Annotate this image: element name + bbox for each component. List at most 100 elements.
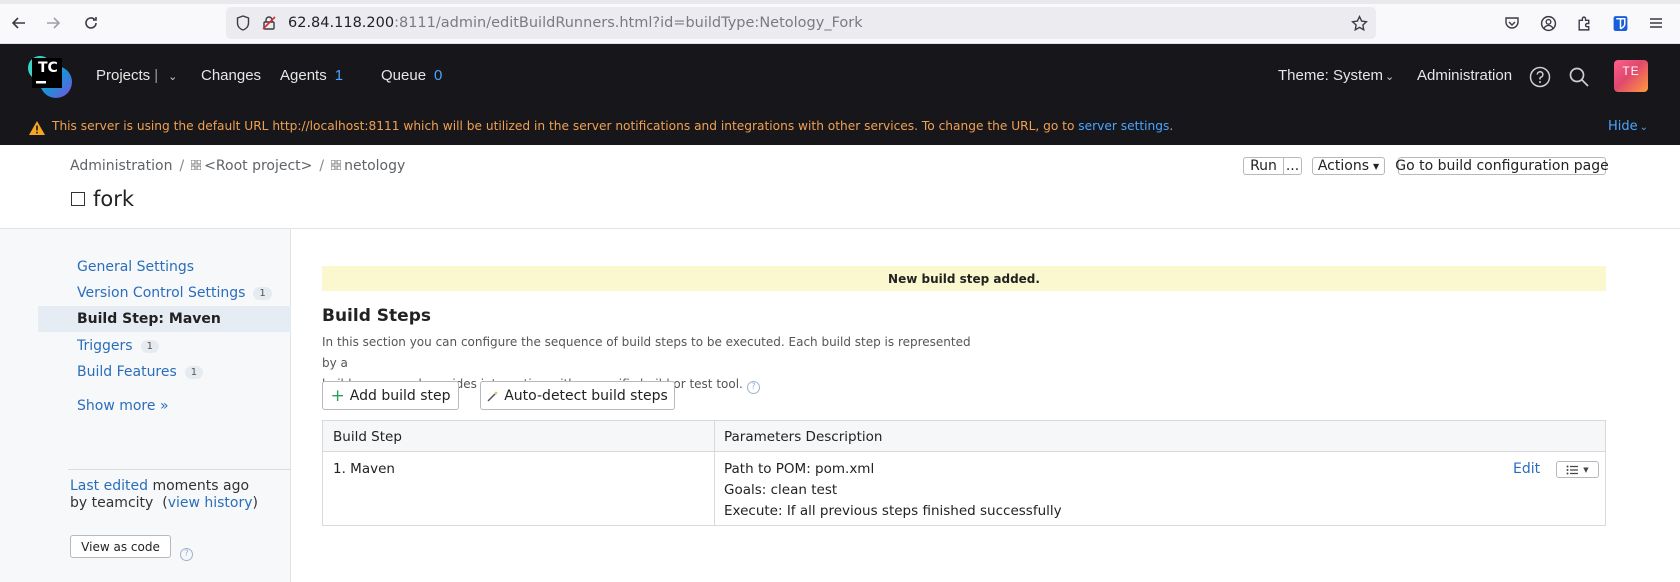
actions-label: Actions <box>1317 158 1369 174</box>
page-header: Administration / <Root project> / netology f… <box>0 145 1680 229</box>
agents-label: Agents <box>280 67 327 84</box>
breadcrumb-root-project[interactable]: <Root project> <box>204 158 312 174</box>
page-title-text: fork <box>93 187 135 211</box>
theme-selector[interactable]: Theme: System ⌄ <box>1278 67 1394 84</box>
project-grid-icon <box>191 160 202 170</box>
caret-down-icon: ▼ <box>1372 161 1380 171</box>
magic-wand-icon <box>487 390 499 402</box>
forward-icon[interactable] <box>42 12 64 34</box>
browser-toolbar: 62.84.118.200:8111/admin/editBuildRunner… <box>0 0 1680 44</box>
agents-count: 1 <box>334 67 344 84</box>
search-icon[interactable] <box>1566 64 1592 90</box>
view-history-link[interactable]: view history <box>168 495 253 511</box>
chevron-down-icon[interactable]: ⌄ <box>168 70 177 83</box>
theme-chevron-icon: ⌄ <box>1385 71 1395 83</box>
teamcity-logo[interactable]: TC <box>26 52 74 100</box>
insecure-lock-icon[interactable] <box>260 14 278 32</box>
sidebar-item-label: Version Control Settings <box>77 285 246 301</box>
sidebar-item-build-step-maven[interactable]: Build Step: Maven <box>77 311 221 327</box>
hide-warning-link[interactable]: Hide ⌄ <box>1608 119 1648 134</box>
pocket-icon[interactable] <box>1501 12 1523 34</box>
view-as-code-help-icon[interactable]: ? <box>180 540 193 561</box>
column-header-build-step: Build Step <box>333 429 402 445</box>
breadcrumb-netology[interactable]: netology <box>344 158 405 174</box>
hide-label: Hide <box>1608 119 1638 134</box>
sidebar-item-label: General Settings <box>77 259 195 275</box>
column-header-parameters: Parameters Description <box>724 429 883 445</box>
server-settings-link[interactable]: server settings <box>1078 119 1169 133</box>
avatar[interactable]: TE <box>1614 60 1648 92</box>
step-actions-menu[interactable]: ▼ <box>1556 461 1599 478</box>
queue-count: 0 <box>434 67 443 84</box>
sidebar-item-vcs-settings[interactable]: Version Control Settings 1 <box>77 285 272 301</box>
warning-icon <box>28 120 46 136</box>
goto-config-label: Go to build configuration page <box>1395 158 1609 174</box>
last-edited-link[interactable]: Last edited <box>70 478 148 494</box>
administration-label: Administration <box>1417 67 1513 84</box>
bookmark-star-icon[interactable] <box>1350 14 1368 32</box>
settings-sidebar: General Settings Version Control Setting… <box>0 229 291 582</box>
address-bar[interactable]: 62.84.118.200:8111/admin/editBuildRunner… <box>226 7 1376 39</box>
edit-step-link[interactable]: Edit <box>1513 461 1540 477</box>
queue-link[interactable]: Queue 0 <box>381 67 442 84</box>
plus-icon: + <box>330 385 345 406</box>
help-circle-icon[interactable]: ? <box>746 381 760 394</box>
url-path: :8111/admin/editBuildRunners.html?id=bui… <box>394 15 863 31</box>
administration-link[interactable]: Administration <box>1417 67 1512 84</box>
actions-dropdown[interactable]: Actions ▼ <box>1312 157 1385 175</box>
build-steps-table: Build Step Parameters Description 1. Mav… <box>322 420 1606 526</box>
avatar-initials: TE <box>1622 64 1640 78</box>
warning-message: This server is using the default URL htt… <box>52 119 1173 133</box>
teamcity-header: TC Projects | ⌄ Changes Agents 1 Queue 0 The… <box>0 44 1680 145</box>
changes-label: Changes <box>201 67 262 84</box>
count-badge: 1 <box>140 340 159 353</box>
queue-label: Queue <box>381 67 427 84</box>
hamburger-menu-icon[interactable] <box>1645 12 1667 34</box>
logo-text: TC <box>38 60 58 76</box>
shield-icon[interactable] <box>234 14 252 32</box>
auto-detect-label: Auto-detect build steps <box>504 387 668 404</box>
param-execute: Execute: If all previous steps finished … <box>724 503 1062 519</box>
help-icon[interactable] <box>1527 64 1553 90</box>
add-build-step-button[interactable]: + Add build step <box>322 381 459 410</box>
list-icon <box>1566 465 1579 474</box>
show-more-label: Show more » <box>77 398 169 414</box>
breadcrumb-separator: / <box>179 158 185 174</box>
step-name[interactable]: 1. Maven <box>333 461 395 477</box>
agents-link[interactable]: Agents 1 <box>280 67 343 84</box>
goto-build-config-button[interactable]: Go to build configuration page <box>1395 157 1609 175</box>
column-divider <box>714 421 715 525</box>
url-host: 62.84.118.200 <box>288 15 395 31</box>
sidebar-item-general-settings[interactable]: General Settings <box>77 259 194 275</box>
section-title: Build Steps <box>322 306 431 326</box>
tab-strip-edge <box>0 0 1680 4</box>
changes-link[interactable]: Changes <box>201 67 261 84</box>
sidebar-item-triggers[interactable]: Triggers 1 <box>77 338 159 354</box>
breadcrumb-administration[interactable]: Administration <box>70 158 172 174</box>
projects-label: Projects <box>96 67 151 84</box>
run-custom-button[interactable]: ... <box>1283 157 1302 175</box>
notice-text: New build step added. <box>888 271 1040 286</box>
show-more-link[interactable]: Show more » <box>77 398 169 414</box>
add-step-label: Add build step <box>349 387 451 404</box>
caret-down-icon: ▼ <box>1583 465 1589 474</box>
bitwarden-icon[interactable] <box>1609 12 1631 34</box>
section-desc-line-1: In this section you can configure the se… <box>322 335 971 370</box>
count-badge: 1 <box>184 366 204 379</box>
back-icon[interactable] <box>8 12 30 34</box>
extensions-icon[interactable] <box>1573 12 1595 34</box>
projects-separator: | <box>154 67 159 84</box>
sidebar-item-label: Triggers <box>77 338 133 354</box>
sidebar-item-build-features[interactable]: Build Features 1 <box>77 364 204 380</box>
count-badge: 1 <box>253 287 272 300</box>
auto-detect-steps-button[interactable]: Auto-detect build steps <box>480 381 675 410</box>
account-icon[interactable] <box>1537 12 1559 34</box>
view-as-code-label: View as code <box>81 539 160 554</box>
reload-icon[interactable] <box>80 12 102 34</box>
run-button[interactable]: Run <box>1243 157 1283 175</box>
view-as-code-button[interactable]: View as code <box>70 535 171 558</box>
url-text: 62.84.118.200:8111/admin/editBuildRunner… <box>288 15 863 31</box>
projects-menu[interactable]: Projects | ⌄ <box>96 67 177 84</box>
breadcrumb-separator: / <box>319 158 325 174</box>
page-title: fork <box>71 187 134 211</box>
